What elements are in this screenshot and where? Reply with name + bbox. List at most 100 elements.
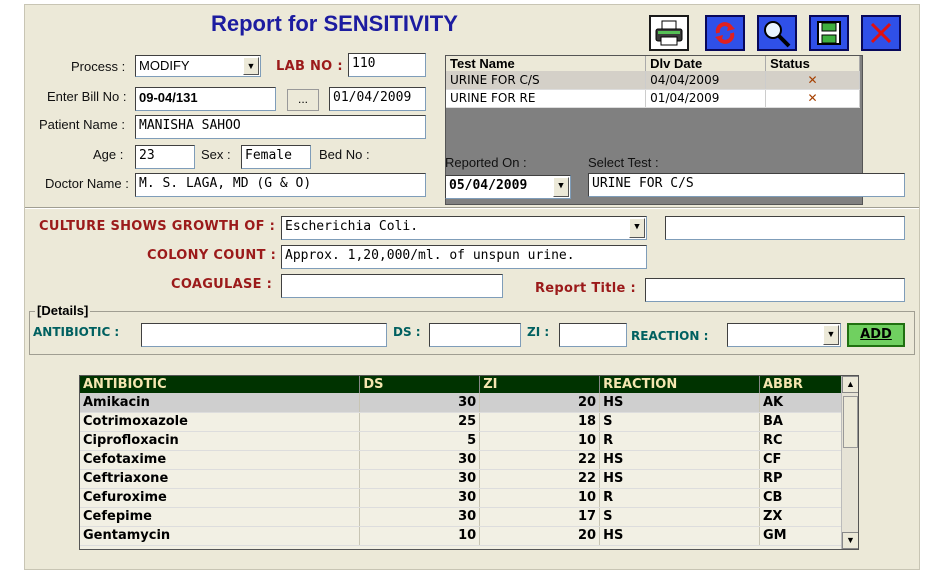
antibiotic-field[interactable]	[141, 323, 387, 347]
scroll-down-icon[interactable]: ▼	[842, 532, 858, 549]
table-row[interactable]: URINE FOR C/S 04/04/2009 ✕	[446, 71, 860, 90]
results-scrollbar[interactable]: ▲ ▼	[841, 376, 858, 549]
ds-cell: 5	[359, 431, 481, 451]
table-row[interactable]: Amikacin 30 20 HS AK	[80, 393, 842, 413]
col-antibiotic: ANTIBIOTIC	[80, 376, 361, 393]
dlv-date-cell: 04/04/2009	[645, 71, 767, 90]
antibiotic-cell: Cefuroxime	[80, 488, 361, 508]
print-button[interactable]	[649, 15, 689, 51]
reported-on-select[interactable]: 05/04/2009 ▼	[445, 175, 571, 199]
coagulase-label: COAGULASE :	[171, 277, 273, 292]
magnifier-icon	[764, 21, 791, 48]
chevron-down-icon: ▼	[823, 325, 839, 345]
scroll-thumb[interactable]	[843, 396, 858, 448]
reaction-cell: S	[599, 412, 760, 432]
floppy-icon	[817, 21, 841, 45]
table-row[interactable]: Cefuroxime 30 10 R CB	[80, 488, 842, 508]
scroll-up-icon[interactable]: ▲	[842, 376, 858, 393]
abbr-cell: RP	[759, 469, 842, 489]
refresh-icon	[715, 22, 735, 44]
reaction-cell: R	[599, 431, 760, 451]
close-icon	[870, 22, 892, 44]
refresh-button[interactable]	[705, 15, 745, 51]
ds-cell: 25	[359, 412, 481, 432]
report-title-label: Report Title :	[535, 281, 636, 296]
zi-cell: 10	[479, 431, 601, 451]
abbr-cell: GM	[759, 526, 842, 546]
status-cross-icon: ✕	[765, 71, 860, 90]
search-button[interactable]	[757, 15, 797, 51]
table-row[interactable]: Cotrimoxazole 25 18 S BA	[80, 412, 842, 432]
process-label: Process :	[71, 59, 126, 74]
select-test-label: Select Test :	[588, 155, 659, 170]
bill-label: Enter Bill No :	[47, 89, 127, 104]
zi-cell: 20	[479, 393, 601, 413]
ds-cell: 30	[359, 507, 481, 527]
col-dlv-date: Dlv Date	[645, 56, 767, 71]
ds-cell: 30	[359, 469, 481, 489]
zi-cell: 20	[479, 526, 601, 546]
antibiotic-cell: Gentamycin	[80, 526, 361, 546]
reaction-cell: HS	[599, 469, 760, 489]
table-row[interactable]: Gentamycin 10 20 HS GM	[80, 526, 842, 546]
ds-cell: 30	[359, 393, 481, 413]
bed-no-label: Bed No :	[319, 147, 370, 162]
abbr-cell: ZX	[759, 507, 842, 527]
zi-cell: 10	[479, 488, 601, 508]
culture-growth-value: Escherichia Coli.	[285, 219, 419, 234]
col-status: Status	[765, 56, 860, 71]
add-button[interactable]: ADD	[847, 323, 905, 347]
table-row[interactable]: Cefepime 30 17 S ZX	[80, 507, 842, 527]
bill-date-field[interactable]: 01/04/2009	[329, 87, 426, 111]
bill-browse-button[interactable]: ...	[287, 89, 319, 111]
antibiotic-cell: Ceftriaxone	[80, 469, 361, 489]
reported-on-value: 05/04/2009	[449, 178, 528, 193]
doctor-name-field[interactable]: M. S. LAGA, MD (G & O)	[135, 173, 426, 197]
ds-field[interactable]	[429, 323, 521, 347]
status-cross-icon: ✕	[765, 89, 860, 108]
colony-count-label: COLONY COUNT :	[147, 248, 277, 263]
reaction-label: REACTION :	[631, 329, 709, 343]
age-field[interactable]: 23	[135, 145, 195, 169]
printer-icon	[655, 20, 683, 46]
doctor-name-label: Doctor Name :	[45, 176, 129, 191]
close-button[interactable]	[861, 15, 901, 51]
chevron-down-icon: ▼	[629, 218, 645, 238]
reaction-select[interactable]: ▼	[727, 323, 841, 347]
bill-no-field[interactable]: 09-04/131	[135, 87, 276, 111]
zi-cell: 18	[479, 412, 601, 432]
save-button[interactable]	[809, 15, 849, 51]
sex-label: Sex :	[201, 147, 231, 162]
age-label: Age :	[93, 147, 124, 162]
col-reaction: REACTION	[599, 376, 760, 393]
dlv-date-cell: 01/04/2009	[645, 89, 767, 108]
patient-name-field[interactable]: MANISHA SAHOO	[135, 115, 426, 139]
abbr-cell: AK	[759, 393, 842, 413]
sensitivity-report-form: Report for SENSITIVITY Process: MODIFY …	[24, 4, 920, 570]
patient-name-label: Patient Name :	[39, 117, 125, 132]
antibiotic-cell: Cotrimoxazole	[80, 412, 361, 432]
abbr-cell: RC	[759, 431, 842, 451]
sex-field[interactable]: Female	[241, 145, 311, 169]
chevron-down-icon: ▼	[553, 177, 569, 197]
table-row[interactable]: Cefotaxime 30 22 HS CF	[80, 450, 842, 470]
col-abbr: ABBR	[759, 376, 842, 393]
zi-field[interactable]	[559, 323, 627, 347]
chevron-down-icon: ▼	[243, 57, 259, 75]
select-test-field[interactable]: URINE FOR C/S	[588, 173, 905, 197]
abbr-cell: BA	[759, 412, 842, 432]
report-title-field[interactable]	[645, 278, 905, 302]
table-row[interactable]: Ceftriaxone 30 22 HS RP	[80, 469, 842, 489]
ds-cell: 30	[359, 450, 481, 470]
coagulase-field[interactable]	[281, 274, 503, 298]
process-select[interactable]: MODIFY ▼	[135, 55, 261, 77]
culture-growth-label: CULTURE SHOWS GROWTH OF :	[39, 219, 276, 234]
table-row[interactable]: URINE FOR RE 01/04/2009 ✕	[446, 89, 860, 108]
colony-count-field[interactable]: Approx. 1,20,000/ml. of unspun urine.	[281, 245, 647, 269]
culture-growth-select[interactable]: Escherichia Coli. ▼	[281, 216, 647, 240]
page-title: Report for SENSITIVITY	[211, 11, 458, 36]
culture-extra-field[interactable]	[665, 216, 905, 240]
lab-no-field[interactable]: 110	[348, 53, 426, 77]
table-row[interactable]: Ciprofloxacin 5 10 R RC	[80, 431, 842, 451]
reported-on-label: Reported On :	[445, 155, 527, 170]
